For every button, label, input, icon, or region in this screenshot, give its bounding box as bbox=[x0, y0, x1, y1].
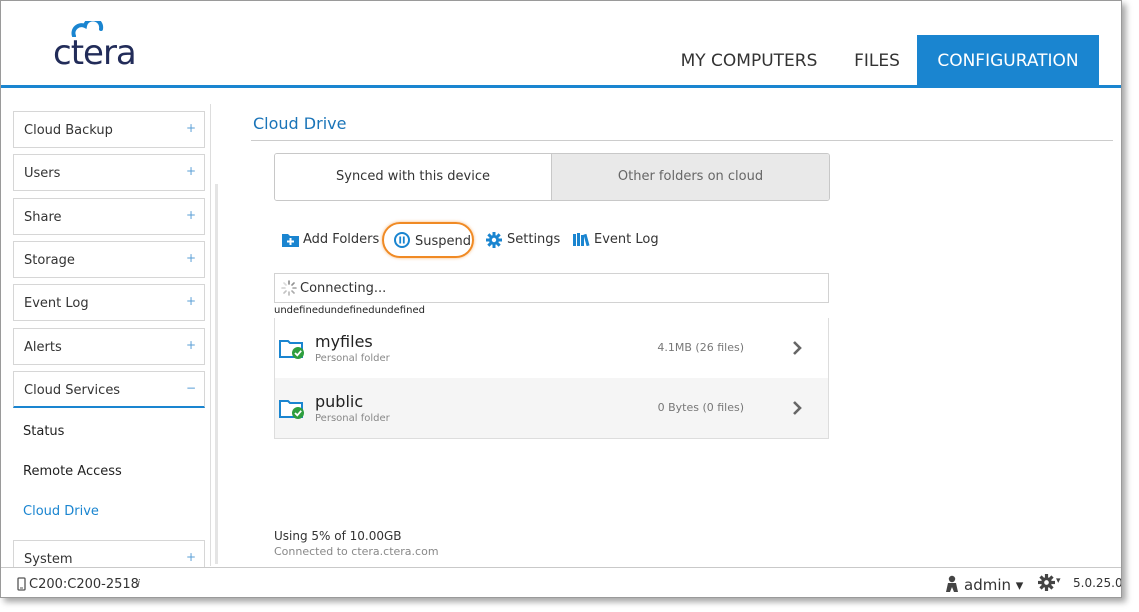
tab-configuration[interactable]: CONFIGURATION bbox=[917, 35, 1099, 85]
storage-usage-text: Using 5% of 10.00GB bbox=[274, 529, 402, 543]
suspend-button[interactable]: Suspend bbox=[382, 222, 474, 258]
user-menu[interactable]: admin ▾ bbox=[945, 575, 1023, 596]
expand-icon[interactable]: + bbox=[186, 164, 196, 178]
sidebar-subitem-cloud-drive[interactable]: Cloud Drive bbox=[23, 504, 99, 519]
sidebar-item-label: Users bbox=[24, 166, 61, 181]
page-title: Cloud Drive bbox=[253, 114, 347, 133]
folder-row-public[interactable]: public Personal folder 0 Bytes (0 files) bbox=[275, 378, 828, 438]
ctera-logo: ctera bbox=[53, 21, 163, 73]
sidebar-item-label: Alerts bbox=[24, 340, 62, 355]
sidebar-item-label: Cloud Services bbox=[24, 383, 121, 398]
user-icon bbox=[946, 575, 958, 592]
folder-synced-icon bbox=[279, 340, 304, 359]
sidebar-item-storage[interactable]: Storage + bbox=[13, 241, 205, 278]
view-segmented-control: Synced with this device Other folders on… bbox=[274, 153, 830, 201]
header-divider bbox=[1, 85, 1121, 88]
settings-menu[interactable]: ▾ bbox=[1038, 574, 1061, 595]
sidebar-subitem-status[interactable]: Status bbox=[23, 424, 64, 439]
folder-size: 4.1MB (26 files) bbox=[657, 341, 744, 354]
collapse-icon[interactable]: − bbox=[186, 381, 196, 395]
tab-other-folders-on-cloud[interactable]: Other folders on cloud bbox=[552, 154, 829, 200]
sidebar-subitem-remote-access[interactable]: Remote Access bbox=[23, 464, 122, 479]
sidebar-item-alerts[interactable]: Alerts + bbox=[13, 328, 205, 365]
sidebar-item-share[interactable]: Share + bbox=[13, 198, 205, 235]
expand-icon[interactable]: + bbox=[186, 338, 196, 352]
event-log-label: Event Log bbox=[594, 232, 659, 247]
debug-text: undefinedundefinedundefined bbox=[274, 305, 425, 316]
sidebar-item-label: Event Log bbox=[24, 296, 89, 311]
gear-icon bbox=[486, 232, 502, 248]
connection-status-bar: Connecting... bbox=[274, 273, 829, 303]
chevron-right-icon[interactable] bbox=[792, 340, 802, 356]
suspend-label: Suspend bbox=[415, 234, 472, 249]
sidebar-scrollbar[interactable] bbox=[215, 184, 218, 564]
expand-icon[interactable]: + bbox=[186, 121, 196, 135]
add-folders-label: Add Folders bbox=[303, 232, 380, 247]
user-name: admin ▾ bbox=[964, 576, 1024, 594]
chevron-right-icon[interactable] bbox=[792, 400, 802, 416]
header: ctera MY COMPUTERS FILES CONFIGURATION bbox=[1, 1, 1121, 88]
device-icon bbox=[17, 577, 26, 591]
folder-name: myfiles bbox=[315, 332, 373, 351]
connection-status-text: Connecting... bbox=[300, 281, 387, 296]
sidebar-item-event-log[interactable]: Event Log + bbox=[13, 284, 205, 321]
status-footer: C200:C200-2518 i admin ▾ ▾ 5.0.25.0 bbox=[1, 567, 1122, 597]
sidebar-item-cloud-services[interactable]: Cloud Services − bbox=[13, 371, 205, 408]
gear-icon bbox=[1038, 574, 1055, 591]
folder-row-myfiles[interactable]: myfiles Personal folder 4.1MB (26 files) bbox=[275, 318, 828, 378]
sidebar-item-label: Share bbox=[24, 210, 62, 225]
tab-my-computers[interactable]: MY COMPUTERS bbox=[669, 35, 829, 85]
expand-icon[interactable]: + bbox=[186, 550, 196, 564]
folder-type: Personal folder bbox=[315, 353, 390, 364]
tab-files[interactable]: FILES bbox=[843, 35, 911, 85]
version-text: 5.0.25.0 bbox=[1073, 576, 1122, 590]
folder-size: 0 Bytes (0 files) bbox=[657, 401, 744, 414]
folder-synced-icon bbox=[279, 400, 304, 419]
folder-name: public bbox=[315, 392, 364, 411]
add-folder-icon bbox=[282, 234, 299, 247]
expand-icon[interactable]: + bbox=[186, 208, 196, 222]
sidebar-item-label: System bbox=[24, 552, 73, 567]
sidebar-item-label: Storage bbox=[24, 253, 75, 268]
expand-icon[interactable]: + bbox=[186, 294, 196, 308]
expand-icon[interactable]: + bbox=[186, 251, 196, 265]
info-icon[interactable]: i bbox=[137, 577, 140, 590]
event-log-icon bbox=[573, 233, 590, 246]
app-window: ctera MY COMPUTERS FILES CONFIGURATION C… bbox=[0, 0, 1122, 598]
title-divider bbox=[251, 140, 1113, 141]
sidebar-item-label: Cloud Backup bbox=[24, 123, 113, 138]
folder-type: Personal folder bbox=[315, 413, 390, 424]
settings-label: Settings bbox=[507, 232, 561, 247]
logo-text: ctera bbox=[53, 33, 137, 73]
sidebar-item-cloud-backup[interactable]: Cloud Backup + bbox=[13, 111, 205, 148]
sidebar: Cloud Backup + Users + Share + Storage +… bbox=[11, 104, 218, 577]
spinner-icon bbox=[281, 280, 297, 296]
pause-icon bbox=[394, 232, 410, 248]
connected-to-text: Connected to ctera.ctera.com bbox=[274, 545, 439, 558]
device-name: C200:C200-2518 bbox=[29, 577, 139, 592]
dropdown-caret-icon: ▾ bbox=[1056, 576, 1061, 586]
sidebar-item-users[interactable]: Users + bbox=[13, 154, 205, 191]
folder-list: myfiles Personal folder 4.1MB (26 files)… bbox=[274, 318, 829, 439]
tab-synced-with-device[interactable]: Synced with this device bbox=[275, 154, 552, 200]
